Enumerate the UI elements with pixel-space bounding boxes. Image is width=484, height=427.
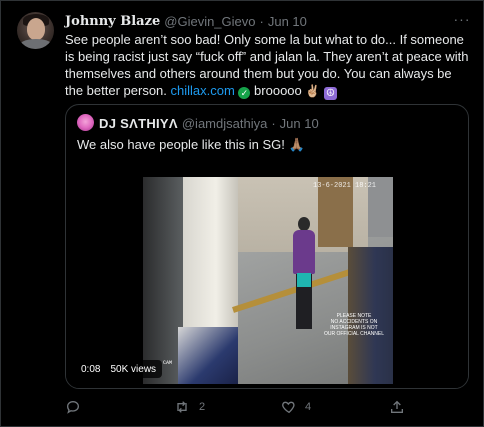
quoted-author-handle: @iamdjsathiya [181,115,268,131]
video-duration: 0:08 [81,363,101,375]
author-avatar[interactable] [17,12,54,49]
person-torso [293,230,315,274]
quoted-author-avatar [77,114,94,131]
tweet-link[interactable]: chillax.com [171,83,235,98]
person-bag [297,273,311,287]
cctv-cam-label: CAM [163,360,173,366]
like-count: 4 [305,401,312,413]
tweet-card[interactable]: Johnny Blaze @Gievin_Gievo · Jun 10 ··· … [0,0,484,427]
tweet-header: Johnny Blaze @Gievin_Gievo · Jun 10 [65,11,307,31]
more-options-icon[interactable]: ··· [451,12,473,29]
retweet-button[interactable]: 2 [173,399,205,415]
avatar-shoulders [19,39,53,49]
tweet-text: See people aren’t soo bad! Only some la … [65,31,473,100]
video-player[interactable]: 13-6-2021 18:21 PLEASE NOTE NO ACCIDENTS… [66,163,468,388]
person-head [298,217,310,231]
tweet-after-link: brooooo [250,83,306,98]
video-views: 50K views [110,363,157,375]
reply-icon [66,400,80,414]
author-name[interactable]: Johnny Blaze [65,14,160,29]
quoted-tweet-header: DJ SΛTHIYΛ @iamdjsathiya · Jun 10 [99,115,319,131]
reply-button[interactable] [65,399,89,415]
cctv-person [291,217,317,329]
quoted-tweet-text: We also have people like this in SG! 🙏🏽 [77,137,305,152]
like-button[interactable]: 4 [281,399,311,415]
peace-hand-emoji: ✌🏼 [305,84,321,98]
share-icon [391,400,403,413]
heart-icon [282,401,295,414]
share-button[interactable] [389,399,405,415]
author-handle[interactable]: @Gievin_Gievo [164,14,255,29]
cctv-objects [178,327,238,384]
video-frame: 13-6-2021 18:21 PLEASE NOTE NO ACCIDENTS… [143,177,393,384]
peace-symbol-icon: ☮ [323,87,337,100]
avatar-face [27,18,45,40]
retweet-count: 2 [199,401,206,413]
quoted-separator-dot: · [271,115,276,131]
retweet-icon [177,401,187,413]
tweet-actions: 2 4 [65,399,415,417]
quoted-author-name: DJ SΛTHIYΛ [99,115,178,131]
cctv-timestamp: 13-6-2021 18:21 [313,182,377,190]
quoted-tweet-date: Jun 10 [279,115,319,131]
separator-dot: · [259,13,264,29]
video-info-badge: 0:08 50K views [75,360,163,378]
check-mark-icon: ✓ [238,87,251,99]
quoted-tweet[interactable]: DJ SΛTHIYΛ @iamdjsathiya · Jun 10 We als… [65,104,469,389]
tweet-date[interactable]: Jun 10 [268,14,307,29]
cctv-note: PLEASE NOTE NO ACCIDENTS ON INSTAGRAM IS… [323,313,385,337]
